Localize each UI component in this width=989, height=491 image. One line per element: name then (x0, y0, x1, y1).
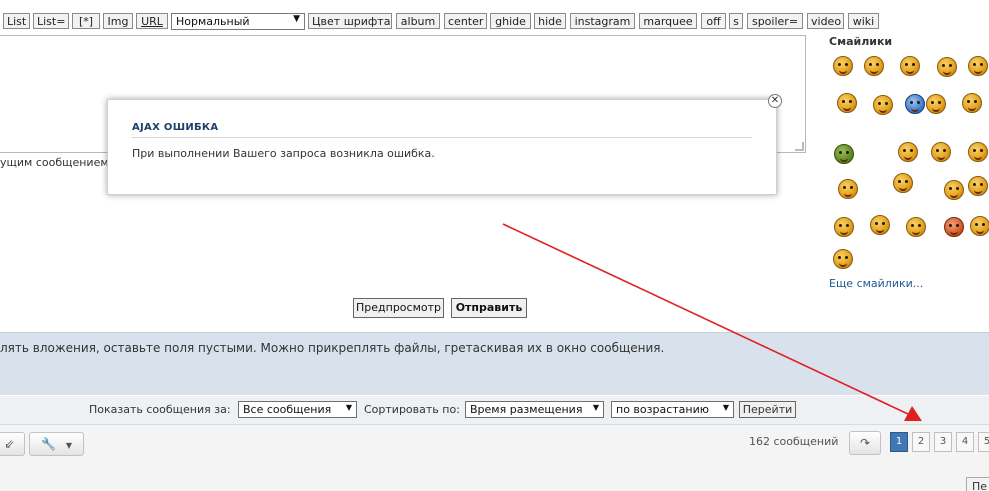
page-1[interactable]: 1 (890, 432, 908, 452)
bbcode-list-item-button[interactable]: [*] (72, 13, 100, 29)
smiley-icon[interactable] (834, 144, 854, 164)
editor-hint-text: ущим сообщением (0, 156, 109, 169)
smiley-icon[interactable] (968, 142, 988, 162)
font-size-select-value: Нормальный (176, 15, 250, 28)
smiley-icon[interactable] (864, 56, 884, 76)
smiley-icon[interactable] (838, 179, 858, 199)
smiley-icon[interactable] (834, 217, 854, 237)
go-button[interactable]: Перейти (739, 401, 796, 418)
page-3[interactable]: 3 (934, 432, 952, 452)
chevron-down-icon: ▼ (592, 403, 599, 412)
chevron-down-icon: ▼ (65, 441, 72, 450)
forum-reply-page: List List= [*] Img URL Нормальный ▼ Цвет… (0, 0, 989, 491)
smiley-icon[interactable] (937, 57, 957, 77)
bbcode-instagram-button[interactable]: instagram (570, 13, 635, 29)
sort-filter-bar: Показать сообщения за: Все сообщения ▼ С… (0, 396, 989, 425)
reply-arrow-icon[interactable]: ↷ (849, 431, 881, 455)
smiley-icon[interactable] (898, 142, 918, 162)
bbcode-hide-button[interactable]: hide (534, 13, 566, 29)
bbcode-ghide-button[interactable]: ghide (490, 13, 531, 29)
smiley-icon[interactable] (968, 56, 988, 76)
smiley-icon[interactable] (900, 56, 920, 76)
sort-by-value: Время размещения (470, 403, 583, 416)
bbcode-album-button[interactable]: album (396, 13, 440, 29)
moderator-tools-button[interactable]: 🔧 ▼ (29, 432, 84, 456)
show-messages-label: Показать сообщения за: (89, 403, 231, 416)
submit-button[interactable]: Отправить (451, 298, 527, 318)
sort-by-label: Сортировать по: (364, 403, 460, 416)
bbcode-url-button[interactable]: URL (136, 13, 168, 29)
bbcode-video-button[interactable]: video (807, 13, 844, 29)
bbcode-wiki-button[interactable]: wiki (848, 13, 879, 29)
chevron-down-icon: ▼ (345, 403, 352, 412)
preview-button[interactable]: Предпросмотр (353, 298, 444, 318)
bbcode-center-button[interactable]: center (444, 13, 487, 29)
smiley-icon[interactable] (944, 180, 964, 200)
ajax-error-dialog: AJAX ОШИБКА При выполнении Вашего запрос… (107, 94, 782, 195)
dialog-message: При выполнении Вашего запроса возникла о… (132, 147, 435, 160)
wrench-icon: 🔧 (41, 437, 56, 451)
chevron-down-icon: ▼ (722, 403, 729, 412)
resize-grip-icon[interactable] (795, 142, 804, 151)
bbcode-off-button[interactable]: off (701, 13, 726, 29)
sort-order-select[interactable]: по возрастанию ▼ (611, 401, 734, 418)
bbcode-spoiler-button[interactable]: spoiler= (747, 13, 803, 29)
dialog-divider (132, 137, 752, 138)
page-2[interactable]: 2 (912, 432, 930, 452)
smiley-icon[interactable] (837, 93, 857, 113)
page-4[interactable]: 4 (956, 432, 974, 452)
sort-by-select[interactable]: Время размещения ▼ (465, 401, 604, 418)
smiley-icon[interactable] (905, 94, 925, 114)
bbcode-img-button[interactable]: Img (103, 13, 133, 29)
smiley-icon[interactable] (970, 216, 989, 236)
chevron-down-icon: ▼ (293, 14, 300, 24)
show-messages-value: Все сообщения (243, 403, 332, 416)
bbcode-list-eq-button[interactable]: List= (33, 13, 69, 29)
smiley-icon[interactable] (870, 215, 890, 235)
show-messages-select[interactable]: Все сообщения ▼ (238, 401, 357, 418)
attachments-info-text: лять вложения, оставьте поля пустыми. Мо… (0, 341, 665, 355)
font-size-select[interactable]: Нормальный ▼ (171, 13, 305, 30)
bbcode-list-button[interactable]: List (3, 13, 30, 29)
bbcode-marquee-button[interactable]: marquee (639, 13, 697, 29)
attachments-info-bar: лять вложения, оставьте поля пустыми. Мо… (0, 332, 989, 395)
down-left-arrow-icon[interactable]: ⇙ (0, 432, 25, 456)
bottom-toolbar: ⇙ 🔧 ▼ 162 сообщений ↷ 1 2 3 4 5 Пе (0, 425, 989, 491)
smiley-icon[interactable] (962, 93, 982, 113)
message-count: 162 сообщений (749, 435, 839, 448)
smilies-title: Смайлики (829, 35, 893, 48)
smilies-panel: Смайлики Еще смайлики... (818, 30, 989, 330)
sort-order-value: по возрастанию (616, 403, 710, 416)
smiley-icon[interactable] (944, 217, 964, 237)
close-icon[interactable]: ✕ (768, 94, 782, 108)
smiley-icon[interactable] (873, 95, 893, 115)
page-5[interactable]: 5 (978, 432, 989, 452)
bbcode-font-color-button[interactable]: Цвет шрифта (308, 13, 392, 29)
smiley-icon[interactable] (931, 142, 951, 162)
next-page-button[interactable]: Пе (966, 477, 989, 491)
smiley-icon[interactable] (926, 94, 946, 114)
dialog-title: AJAX ОШИБКА (132, 122, 219, 133)
bbcode-s-button[interactable]: s (729, 13, 743, 29)
smiley-icon[interactable] (833, 249, 853, 269)
smiley-icon[interactable] (893, 173, 913, 193)
more-smilies-link[interactable]: Еще смайлики... (829, 277, 923, 290)
smiley-icon[interactable] (968, 176, 988, 196)
smiley-icon[interactable] (833, 56, 853, 76)
smiley-icon[interactable] (906, 217, 926, 237)
